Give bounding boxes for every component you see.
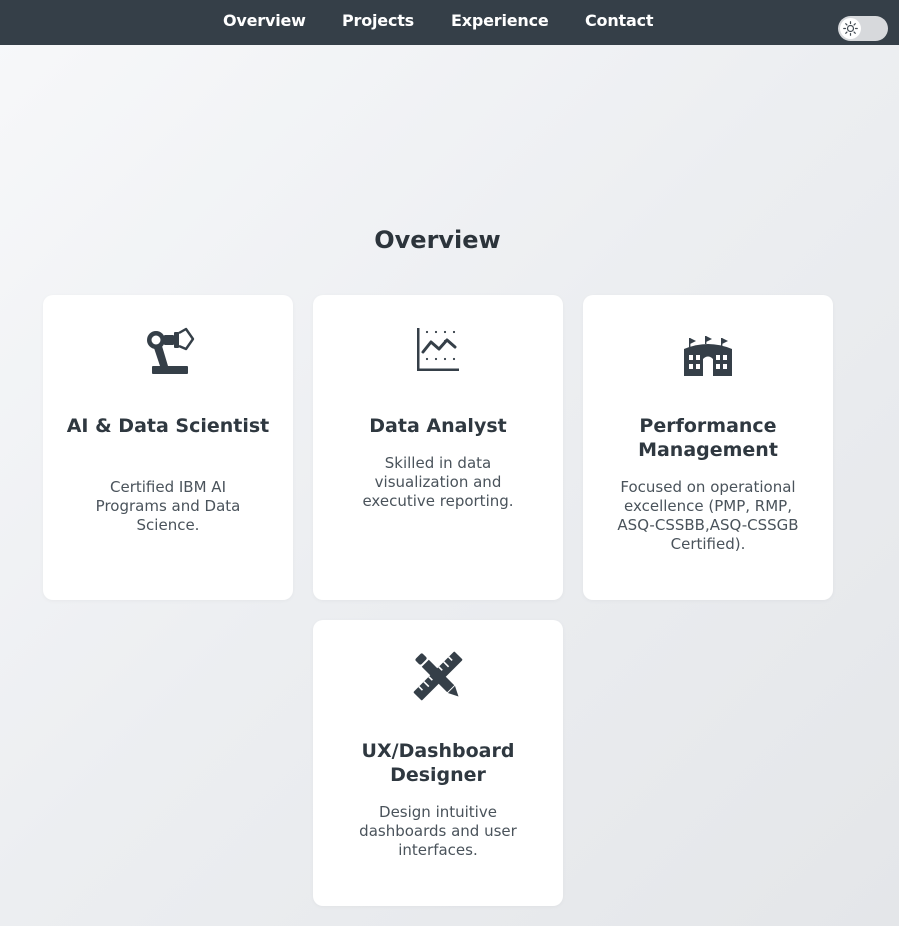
card-description: Design intuitive dashboards and user int… bbox=[359, 803, 517, 859]
ruler-pencil-icon bbox=[413, 651, 463, 701]
nav-link-contact[interactable]: Contact bbox=[585, 11, 654, 30]
line-chart-icon bbox=[417, 328, 459, 371]
card-icon-wrapper bbox=[583, 335, 833, 391]
card-description: Focused on operational excellence (PMP, … bbox=[617, 478, 799, 553]
sun-icon bbox=[843, 21, 858, 36]
card-title: Data Analyst bbox=[369, 415, 507, 437]
card-ai-data-scientist: AI & Data Scientist Certified IBM AI Pro… bbox=[43, 295, 293, 600]
nav-link-experience[interactable]: Experience bbox=[451, 11, 549, 30]
card-ux-dashboard-designer: UX/Dashboard Designer Design intuitive d… bbox=[313, 620, 563, 906]
card-icon-wrapper bbox=[313, 649, 563, 705]
toggle-knob bbox=[840, 18, 861, 39]
nav-links: Overview Projects Experience Contact bbox=[0, 0, 899, 45]
nav-link-overview[interactable]: Overview bbox=[223, 11, 306, 30]
card-description: Certified IBM AI Programs and Data Scien… bbox=[95, 478, 241, 534]
section-title: Overview bbox=[374, 226, 501, 254]
card-icon-wrapper bbox=[313, 326, 563, 382]
robot-arm-icon bbox=[147, 327, 195, 374]
theme-toggle[interactable] bbox=[838, 16, 888, 41]
card-title: Performance Management bbox=[638, 415, 778, 461]
card-icon-wrapper bbox=[43, 326, 293, 382]
card-performance-management: Performance Management Focused on operat… bbox=[583, 295, 833, 600]
card-title: AI & Data Scientist bbox=[66, 415, 270, 437]
building-icon bbox=[684, 336, 732, 376]
top-navbar: Overview Projects Experience Contact bbox=[0, 0, 899, 45]
nav-link-projects[interactable]: Projects bbox=[342, 11, 414, 30]
card-title: UX/Dashboard Designer bbox=[361, 740, 515, 786]
card-description: Skilled in data visualization and execut… bbox=[362, 454, 514, 510]
card-data-analyst: Data Analyst Skilled in data visualizati… bbox=[313, 295, 563, 600]
